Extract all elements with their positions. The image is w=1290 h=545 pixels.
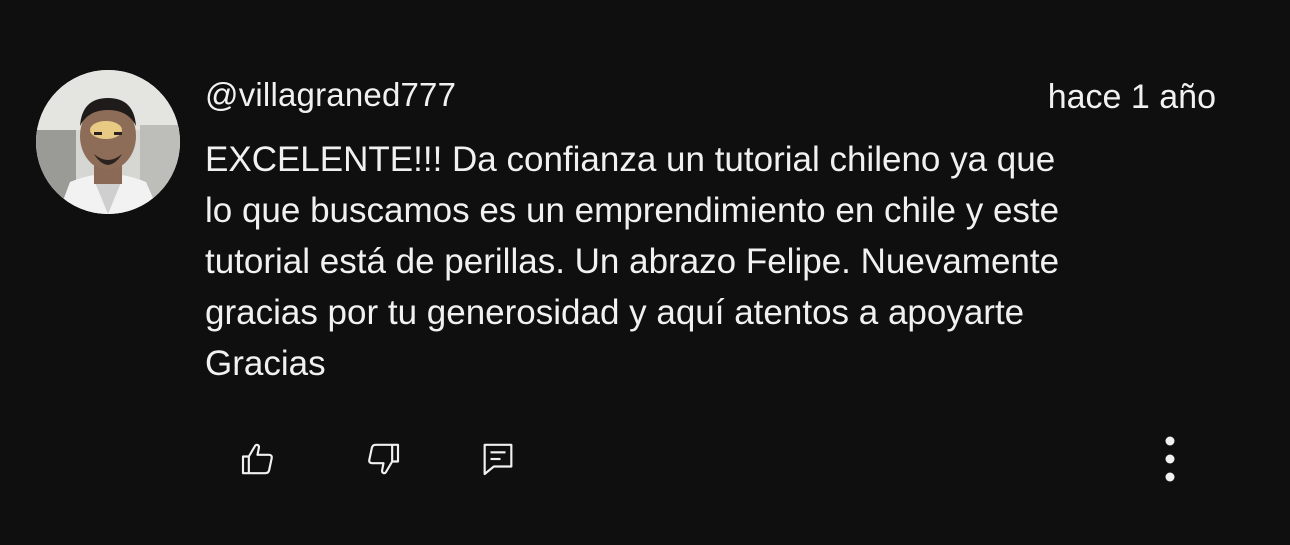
comment-text: EXCELENTE!!! Da confianza un tutorial ch… — [205, 134, 1245, 389]
comment-text-line: gracias por tu generosidad y aquí atento… — [205, 293, 1025, 332]
comment-text-line: lo que buscamos es un emprendimiento en … — [205, 191, 1060, 230]
reply-comment-icon — [483, 443, 513, 476]
more-options-button[interactable] — [1142, 431, 1198, 487]
thumbs-down-icon — [368, 443, 400, 475]
more-vertical-icon — [1165, 436, 1175, 482]
comment-text-line: Gracias — [205, 344, 326, 383]
avatar-image — [36, 70, 180, 214]
comment-text-line: EXCELENTE!!! Da confianza un tutorial ch… — [205, 140, 1056, 179]
comment-item: @villagraned777 hace 1 año EXCELENTE!!! … — [0, 0, 1290, 545]
like-button[interactable] — [230, 431, 286, 487]
comment-timestamp[interactable]: hace 1 año — [1048, 76, 1216, 118]
avatar[interactable] — [36, 70, 180, 214]
comment-author[interactable]: @villagraned777 — [205, 74, 456, 116]
dislike-button[interactable] — [355, 431, 411, 487]
reply-button[interactable] — [470, 431, 526, 487]
comment-text-line: tutorial está de perillas. Un abrazo Fel… — [205, 242, 1060, 281]
thumbs-up-icon — [241, 443, 273, 475]
